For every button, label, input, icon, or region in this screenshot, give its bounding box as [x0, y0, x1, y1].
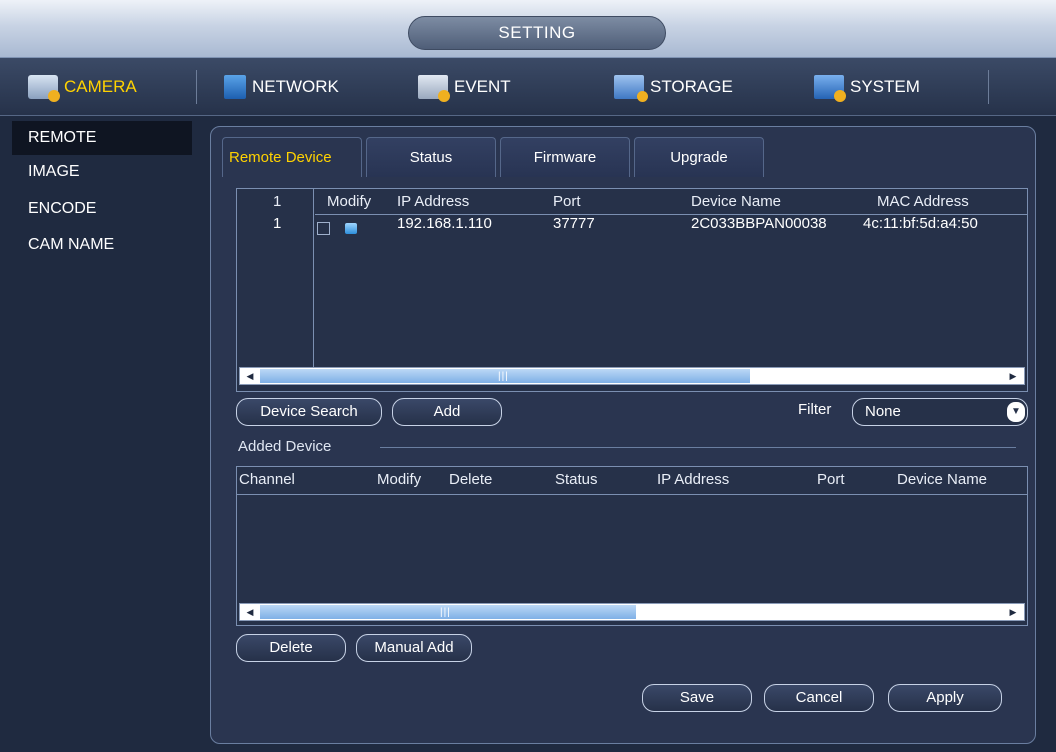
column-header-port[interactable]: Port [817, 471, 845, 488]
tab-upgrade[interactable]: Upgrade [634, 137, 764, 177]
tab-system[interactable]: SYSTEM [804, 68, 920, 106]
tab-divider [988, 70, 989, 104]
storage-icon [614, 75, 648, 102]
event-icon [418, 75, 450, 102]
cancel-button[interactable]: Cancel [764, 684, 874, 712]
scrollbar-grip-icon: ||| [440, 607, 451, 618]
tab-network-label: NETWORK [252, 77, 339, 96]
header-divider [237, 494, 1027, 495]
tab-camera[interactable]: CAMERA [18, 68, 137, 106]
camera-icon [28, 75, 60, 102]
filter-value: None [865, 403, 901, 420]
filter-select[interactable]: None ▼ [852, 398, 1028, 426]
column-header-status[interactable]: Status [555, 471, 598, 488]
filter-label: Filter [798, 401, 832, 418]
tab-status[interactable]: Status [366, 137, 496, 177]
column-header-ip-address[interactable]: IP Address [657, 471, 729, 488]
column-header-mac-address[interactable]: MAC Address [877, 193, 969, 210]
scroll-right-arrow-icon[interactable]: ▶ [1004, 369, 1022, 383]
column-header-device-name[interactable]: Device Name [897, 471, 987, 488]
tab-network[interactable]: NETWORK [214, 68, 339, 106]
sidebar-item-encode[interactable]: ENCODE [12, 192, 192, 226]
modify-icon[interactable] [345, 223, 357, 234]
column-header-device-name[interactable]: Device Name [691, 193, 781, 210]
tab-storage-label: STORAGE [650, 77, 733, 96]
row-port: 37777 [553, 215, 595, 232]
row-ip-address: 192.168.1.110 [397, 215, 492, 232]
manual-add-button[interactable]: Manual Add [356, 634, 472, 662]
tab-divider [196, 70, 197, 104]
column-header-delete[interactable]: Delete [449, 471, 492, 488]
tab-firmware[interactable]: Firmware [500, 137, 630, 177]
column-header-channel[interactable]: Channel [239, 471, 295, 488]
device-search-table: 1 Modify IP Address Port Device Name MAC… [236, 188, 1028, 392]
system-icon [814, 75, 846, 102]
added-device-table: Channel Modify Delete Status IP Address … [236, 466, 1028, 626]
add-button[interactable]: Add [392, 398, 502, 426]
row-select-checkbox[interactable] [317, 222, 330, 235]
sidebar-item-image[interactable]: IMAGE [12, 155, 192, 189]
tab-remote-device[interactable]: Remote Device [222, 137, 362, 177]
scroll-left-arrow-icon[interactable]: ◀ [241, 605, 259, 619]
horizontal-scrollbar[interactable]: ◀ ||| ▶ [239, 367, 1025, 385]
tab-storage[interactable]: STORAGE [604, 68, 733, 106]
sidebar-item-remote[interactable]: REMOTE [12, 121, 192, 155]
column-header-index[interactable]: 1 [273, 193, 281, 210]
main-tab-bar: CAMERA NETWORK EVENT STORAGE SYSTEM [0, 58, 1056, 116]
row-index: 1 [273, 215, 282, 232]
scrollbar-grip-icon: ||| [498, 371, 509, 382]
apply-button[interactable]: Apply [888, 684, 1002, 712]
sidebar-item-cam-name[interactable]: CAM NAME [12, 228, 192, 262]
horizontal-scrollbar[interactable]: ◀ ||| ▶ [239, 603, 1025, 621]
device-search-button[interactable]: Device Search [236, 398, 382, 426]
title-bar: SETTING [0, 0, 1056, 58]
tab-event-label: EVENT [454, 77, 511, 96]
column-header-port[interactable]: Port [553, 193, 581, 210]
column-header-ip-address[interactable]: IP Address [397, 193, 469, 210]
row-device-name: 2C033BBPAN00038 [691, 215, 827, 232]
window-title: SETTING [408, 16, 666, 50]
row-mac-address: 4c:11:bf:5d:a4:50 [863, 215, 978, 232]
sidebar: REMOTE IMAGE ENCODE CAM NAME [0, 117, 200, 752]
column-header-modify[interactable]: Modify [377, 471, 421, 488]
scroll-right-arrow-icon[interactable]: ▶ [1004, 605, 1022, 619]
scroll-left-arrow-icon[interactable]: ◀ [241, 369, 259, 383]
tab-camera-label: CAMERA [64, 77, 137, 96]
save-button[interactable]: Save [642, 684, 752, 712]
network-icon [224, 75, 246, 99]
delete-button[interactable]: Delete [236, 634, 346, 662]
column-divider [313, 189, 314, 367]
group-divider [380, 447, 1016, 448]
tab-system-label: SYSTEM [850, 77, 920, 96]
tab-event[interactable]: EVENT [408, 68, 511, 106]
column-header-modify[interactable]: Modify [327, 193, 371, 210]
added-device-heading: Added Device [238, 438, 332, 455]
chevron-down-icon[interactable]: ▼ [1007, 402, 1025, 422]
